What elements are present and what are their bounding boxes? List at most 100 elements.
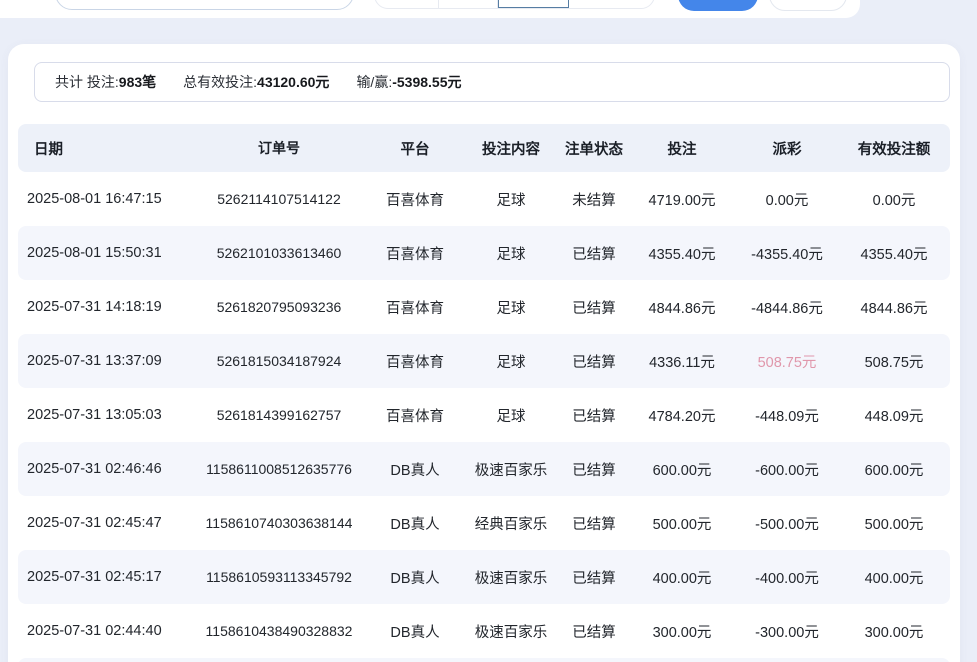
cell-status: 已结算 (554, 459, 634, 480)
table-row: 2025-08-01 15:50:315262101033613460百喜体育足… (18, 226, 950, 280)
cell-bet: 4719.00元 (634, 189, 730, 210)
cell-content: 极速百家乐 (468, 459, 554, 480)
cell-date: 2025-07-31 02:45:47 (18, 515, 196, 531)
cell-order: 5261814399162757 (196, 407, 362, 423)
cell-status: 已结算 (554, 243, 634, 264)
reset-button[interactable] (769, 0, 847, 11)
cell-payout: -448.09元 (730, 405, 844, 426)
cell-status: 已结算 (554, 567, 634, 588)
segment-option-1[interactable] (375, 0, 439, 8)
summary-win-loss-value: -5398.55元 (392, 74, 461, 90)
cell-content: 足球 (468, 405, 554, 426)
cell-valid: 400.00元 (844, 567, 944, 588)
query-button[interactable] (678, 0, 758, 11)
column-header-order: 订单号 (196, 138, 362, 158)
cell-valid: 600.00元 (844, 459, 944, 480)
cell-content: 经典百家乐 (468, 513, 554, 534)
cell-bet: 4336.11元 (634, 351, 730, 372)
cell-valid: 4355.40元 (844, 243, 944, 264)
cell-platform: DB真人 (362, 621, 468, 642)
cell-platform: 百喜体育 (362, 405, 468, 426)
bet-records-table: 日期订单号平台投注内容注单状态投注派彩有效投注额2025-08-01 16:47… (18, 124, 950, 662)
cell-order: 5261815034187924 (196, 353, 362, 369)
cell-status: 已结算 (554, 351, 634, 372)
cell-date: 2025-07-31 02:45:17 (18, 569, 196, 585)
search-input[interactable] (55, 0, 354, 10)
page-background: 共计 投注:983笔 总有效投注:43120.60元 输/赢:-5398.55元… (0, 0, 977, 662)
cell-valid: 4844.86元 (844, 297, 944, 318)
cell-content: 足球 (468, 189, 554, 210)
cell-date: 2025-07-31 02:44:40 (18, 623, 196, 639)
cell-bet: 4355.40元 (634, 243, 730, 264)
cell-payout: -300.00元 (730, 621, 844, 642)
cell-order: 1158610438490328832 (196, 623, 362, 639)
segment-option-3-selected[interactable] (498, 0, 569, 8)
cell-order: 1158610740303638144 (196, 515, 362, 531)
cell-bet: 300.00元 (634, 621, 730, 642)
summary-win-loss: 输/赢:-5398.55元 (356, 72, 461, 92)
cell-content: 极速百家乐 (468, 567, 554, 588)
cell-bet: 4784.20元 (634, 405, 730, 426)
cell-valid: 300.00元 (844, 621, 944, 642)
table-row: 2025-07-31 02:46:461158611008512635776DB… (18, 442, 950, 496)
cell-valid: 500.00元 (844, 513, 944, 534)
cell-bet: 500.00元 (634, 513, 730, 534)
table-row: 2025-07-31 02:44:401158610438490328832DB… (18, 604, 950, 658)
table-row: 2025-07-31 14:18:195261820795093236百喜体育足… (18, 280, 950, 334)
cell-payout: 508.75元 (730, 351, 844, 372)
cell-platform: DB真人 (362, 459, 468, 480)
summary-bar: 共计 投注:983笔 总有效投注:43120.60元 输/赢:-5398.55元 (34, 62, 950, 102)
table-row: 2025-07-31 13:05:035261814399162757百喜体育足… (18, 388, 950, 442)
summary-valid-bet-value: 43120.60元 (257, 74, 329, 90)
cell-payout: -500.00元 (730, 513, 844, 534)
cell-order: 1158610593113345792 (196, 569, 362, 585)
table-row: 2025-07-31 02:45:471158610740303638144DB… (18, 496, 950, 550)
cell-date: 2025-07-31 13:37:09 (18, 353, 196, 369)
cell-platform: DB真人 (362, 513, 468, 534)
summary-total-bets: 共计 投注:983笔 (55, 72, 156, 92)
cell-bet: 600.00元 (634, 459, 730, 480)
cell-content: 足球 (468, 243, 554, 264)
segment-option-2[interactable] (439, 0, 498, 8)
column-header-platform: 平台 (362, 138, 468, 159)
topbar (0, 0, 860, 18)
table-header-row: 日期订单号平台投注内容注单状态投注派彩有效投注额 (18, 124, 950, 172)
cell-order: 5262114107514122 (196, 191, 362, 207)
table-row-partial (18, 658, 950, 662)
cell-date: 2025-08-01 16:47:15 (18, 191, 196, 207)
cell-status: 已结算 (554, 621, 634, 642)
cell-order: 5261820795093236 (196, 299, 362, 315)
cell-payout: -600.00元 (730, 459, 844, 480)
cell-status: 未结算 (554, 189, 634, 210)
cell-platform: 百喜体育 (362, 351, 468, 372)
summary-valid-bet: 总有效投注:43120.60元 (183, 72, 329, 92)
table-row: 2025-08-01 16:47:155262114107514122百喜体育足… (18, 172, 950, 226)
cell-content: 足球 (468, 351, 554, 372)
summary-valid-bet-label: 总有效投注: (183, 74, 257, 90)
cell-status: 已结算 (554, 405, 634, 426)
cell-date: 2025-07-31 13:05:03 (18, 407, 196, 423)
cell-payout: -400.00元 (730, 567, 844, 588)
cell-date: 2025-07-31 14:18:19 (18, 299, 196, 315)
cell-status: 已结算 (554, 297, 634, 318)
cell-order: 1158611008512635776 (196, 461, 362, 477)
table-row: 2025-07-31 13:37:095261815034187924百喜体育足… (18, 334, 950, 388)
cell-payout: -4355.40元 (730, 243, 844, 264)
summary-total-bets-label: 共计 投注: (55, 74, 119, 90)
cell-bet: 4844.86元 (634, 297, 730, 318)
segment-option-4[interactable] (569, 0, 656, 8)
column-header-status: 注单状态 (554, 138, 634, 159)
cell-platform: 百喜体育 (362, 243, 468, 264)
cell-valid: 0.00元 (844, 189, 944, 210)
column-header-date: 日期 (18, 138, 196, 159)
summary-win-loss-label: 输/赢: (356, 74, 392, 90)
cell-date: 2025-08-01 15:50:31 (18, 245, 196, 261)
cell-content: 足球 (468, 297, 554, 318)
cell-payout: 0.00元 (730, 189, 844, 210)
table-row: 2025-07-31 02:45:171158610593113345792DB… (18, 550, 950, 604)
cell-platform: 百喜体育 (362, 297, 468, 318)
summary-total-bets-value: 983笔 (119, 74, 156, 90)
column-header-bet: 投注 (634, 138, 730, 159)
cell-content: 极速百家乐 (468, 621, 554, 642)
cell-platform: 百喜体育 (362, 189, 468, 210)
